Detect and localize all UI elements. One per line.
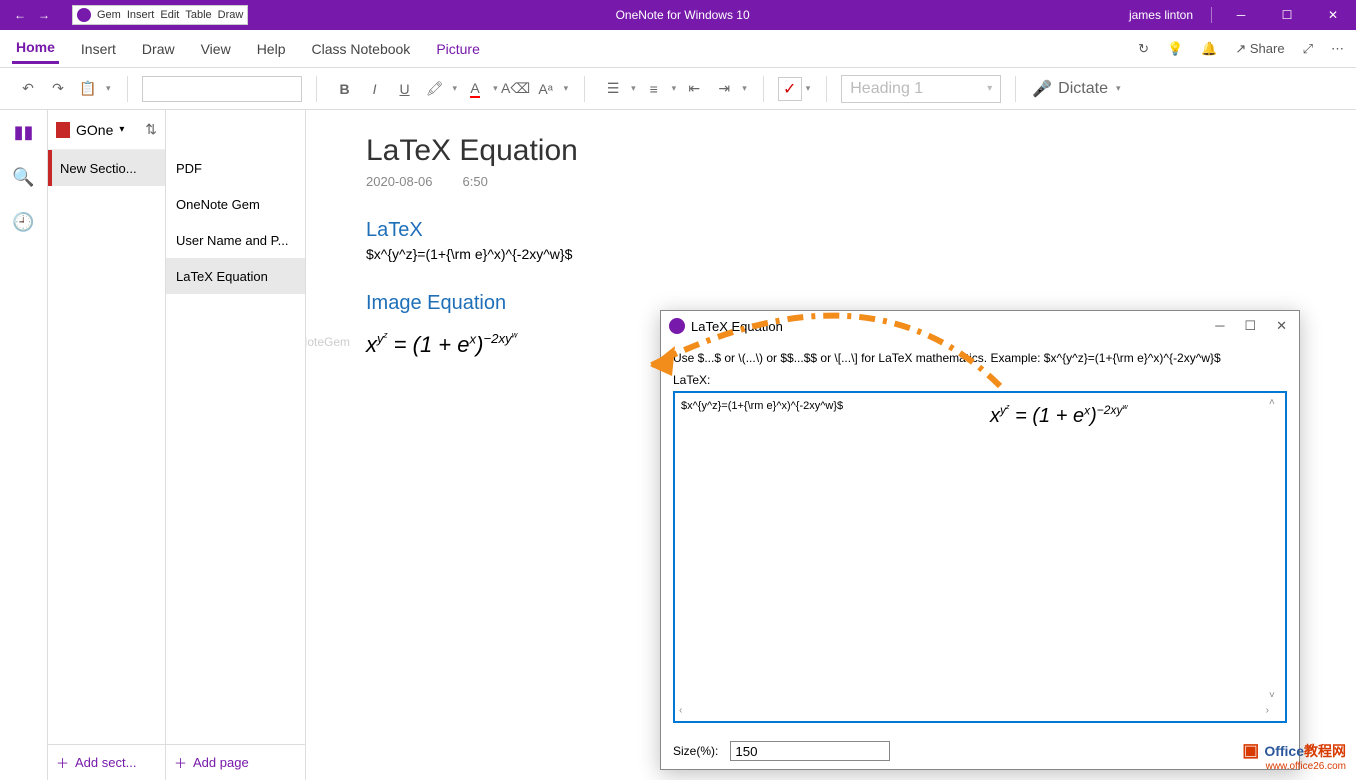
outdent-button[interactable]: ⇤ <box>680 75 708 103</box>
scroll-left-icon[interactable]: ‹ <box>679 705 682 719</box>
font-picker[interactable] <box>142 76 302 102</box>
app-title: OneNote for Windows 10 <box>248 8 1117 22</box>
bullets-button[interactable]: ☰ <box>599 75 627 103</box>
gem-menu-edit[interactable]: Edit <box>160 9 179 21</box>
underline-button[interactable]: U <box>391 75 419 103</box>
dialog-maximize-button[interactable]: ☐ <box>1240 314 1260 338</box>
notebook-header[interactable]: GOne ▾ ⇅ <box>48 110 165 150</box>
latex-textarea[interactable]: $x^{y^z}=(1+{\rm e}^x)^{-2xy^w}$ ˄˅ ‹› <box>673 391 1287 723</box>
scroll-right-icon[interactable]: › <box>1266 705 1269 719</box>
redo-button[interactable]: ↷ <box>44 75 72 103</box>
tab-help[interactable]: Help <box>253 35 290 63</box>
tab-home[interactable]: Home <box>12 33 59 64</box>
close-button[interactable]: ✕ <box>1310 0 1356 30</box>
clear-format-button[interactable]: A⌫ <box>502 75 530 103</box>
size-label: Size(%): <box>673 744 718 758</box>
dialog-hint: Use $...$ or \(...\) or $$...$$ or \[...… <box>673 351 1287 365</box>
gem-addin-bar: Gem Insert Edit Table Draw <box>72 5 248 25</box>
tab-view[interactable]: View <box>197 35 235 63</box>
left-rail: ▮▮ 🔍 🕘 <box>0 110 48 780</box>
dialog-minimize-button[interactable]: ─ <box>1211 314 1228 338</box>
bold-button[interactable]: B <box>331 75 359 103</box>
fullscreen-icon[interactable]: ⤢ <box>1303 41 1313 57</box>
sync-icon[interactable]: ↻ <box>1138 41 1149 57</box>
add-section-button[interactable]: ＋Add sect... <box>48 744 165 780</box>
user-name[interactable]: james linton <box>1117 8 1205 22</box>
italic-button[interactable]: I <box>361 75 389 103</box>
search-icon[interactable]: 🔍 <box>12 167 34 188</box>
format-painter-button[interactable]: Aᵃ <box>532 75 560 103</box>
sort-icon[interactable]: ⇅ <box>145 121 157 138</box>
font-color-button[interactable]: A <box>461 75 489 103</box>
watermark-logo: ▣ Office教程网www.office26.com <box>1242 740 1346 772</box>
page-item[interactable]: PDF <box>166 150 305 186</box>
add-page-button[interactable]: ＋Add page <box>166 744 305 780</box>
page-pane: PDF OneNote Gem User Name and P... LaTeX… <box>166 110 306 780</box>
latex-label: LaTeX: <box>673 373 1287 387</box>
recent-icon[interactable]: 🕘 <box>12 212 34 233</box>
tab-picture[interactable]: Picture <box>432 35 484 63</box>
notebook-icon <box>56 122 70 138</box>
lightbulb-icon[interactable]: 💡 <box>1167 41 1183 57</box>
page-item[interactable]: LaTeX Equation <box>166 258 305 294</box>
share-button[interactable]: ↗ Share <box>1235 41 1284 57</box>
size-input[interactable] <box>730 741 890 761</box>
scroll-up-icon[interactable]: ˄ <box>1269 397 1283 408</box>
dialog-close-button[interactable]: ✕ <box>1272 314 1291 338</box>
tab-insert[interactable]: Insert <box>77 35 120 63</box>
watermark-text: OneNoteGem <box>306 335 350 349</box>
undo-button[interactable]: ↶ <box>14 75 42 103</box>
latex-equation-dialog: LaTeX Equation ─ ☐ ✕ Use $...$ or \(...\… <box>660 310 1300 770</box>
page-time: 6:50 <box>463 174 488 189</box>
minimize-button[interactable]: ─ <box>1218 0 1264 30</box>
notebooks-icon[interactable]: ▮▮ <box>14 122 34 143</box>
bell-icon[interactable]: 🔔 <box>1201 41 1217 57</box>
notebook-name: GOne <box>76 122 113 138</box>
preview-equation: xyz = (1 + ex)−2xyw <box>990 402 1128 428</box>
section-pane: GOne ▾ ⇅ New Sectio... ＋Add sect... <box>48 110 166 780</box>
latex-source-text[interactable]: $x^{y^z}=(1+{\rm e}^x)^{-2xy^w}$ <box>366 246 1296 262</box>
ribbon-toolbar: ↶ ↷ 📋▾ B I U 🖍▾ A▾ A⌫ Aᵃ▾ ☰▾ ≡▾ ⇤ ⇥▾ ▾ H… <box>0 68 1356 110</box>
nav-back-icon[interactable]: ← <box>12 8 28 22</box>
ribbon-tabs: Home Insert Draw View Help Class Noteboo… <box>0 30 1356 68</box>
page-item[interactable]: User Name and P... <box>166 222 305 258</box>
gem-icon <box>77 8 91 22</box>
heading-latex[interactable]: LaTeX <box>366 219 1296 242</box>
dictate-button[interactable]: 🎤Dictate▾ <box>1024 79 1130 99</box>
scroll-down-icon[interactable]: ˅ <box>1269 690 1283 701</box>
title-bar: ← → Gem Insert Edit Table Draw OneNote f… <box>0 0 1356 30</box>
highlight-button[interactable]: 🖍 <box>421 75 449 103</box>
numbering-button[interactable]: ≡ <box>640 75 668 103</box>
gem-menu-draw[interactable]: Draw <box>218 9 244 21</box>
dialog-title: LaTeX Equation <box>691 319 783 334</box>
section-item[interactable]: New Sectio... <box>48 150 165 186</box>
gem-icon <box>669 318 685 334</box>
indent-button[interactable]: ⇥ <box>710 75 738 103</box>
nav-forward-icon[interactable]: → <box>36 8 52 22</box>
gem-menu-insert[interactable]: Insert <box>127 9 155 21</box>
page-item[interactable]: OneNote Gem <box>166 186 305 222</box>
page-title[interactable]: LaTeX Equation <box>366 134 1296 168</box>
gem-menu-table[interactable]: Table <box>185 9 211 21</box>
more-icon[interactable]: ⋯ <box>1331 41 1344 57</box>
tab-draw[interactable]: Draw <box>138 35 179 63</box>
page-date: 2020-08-06 <box>366 174 433 189</box>
tab-class-notebook[interactable]: Class Notebook <box>307 35 414 63</box>
styles-picker[interactable]: Heading 1▾ <box>841 75 1001 103</box>
maximize-button[interactable]: ☐ <box>1264 0 1310 30</box>
clipboard-button[interactable]: 📋 <box>74 75 102 103</box>
gem-menu-gem[interactable]: Gem <box>97 9 121 21</box>
todo-tag-button[interactable] <box>778 77 802 101</box>
